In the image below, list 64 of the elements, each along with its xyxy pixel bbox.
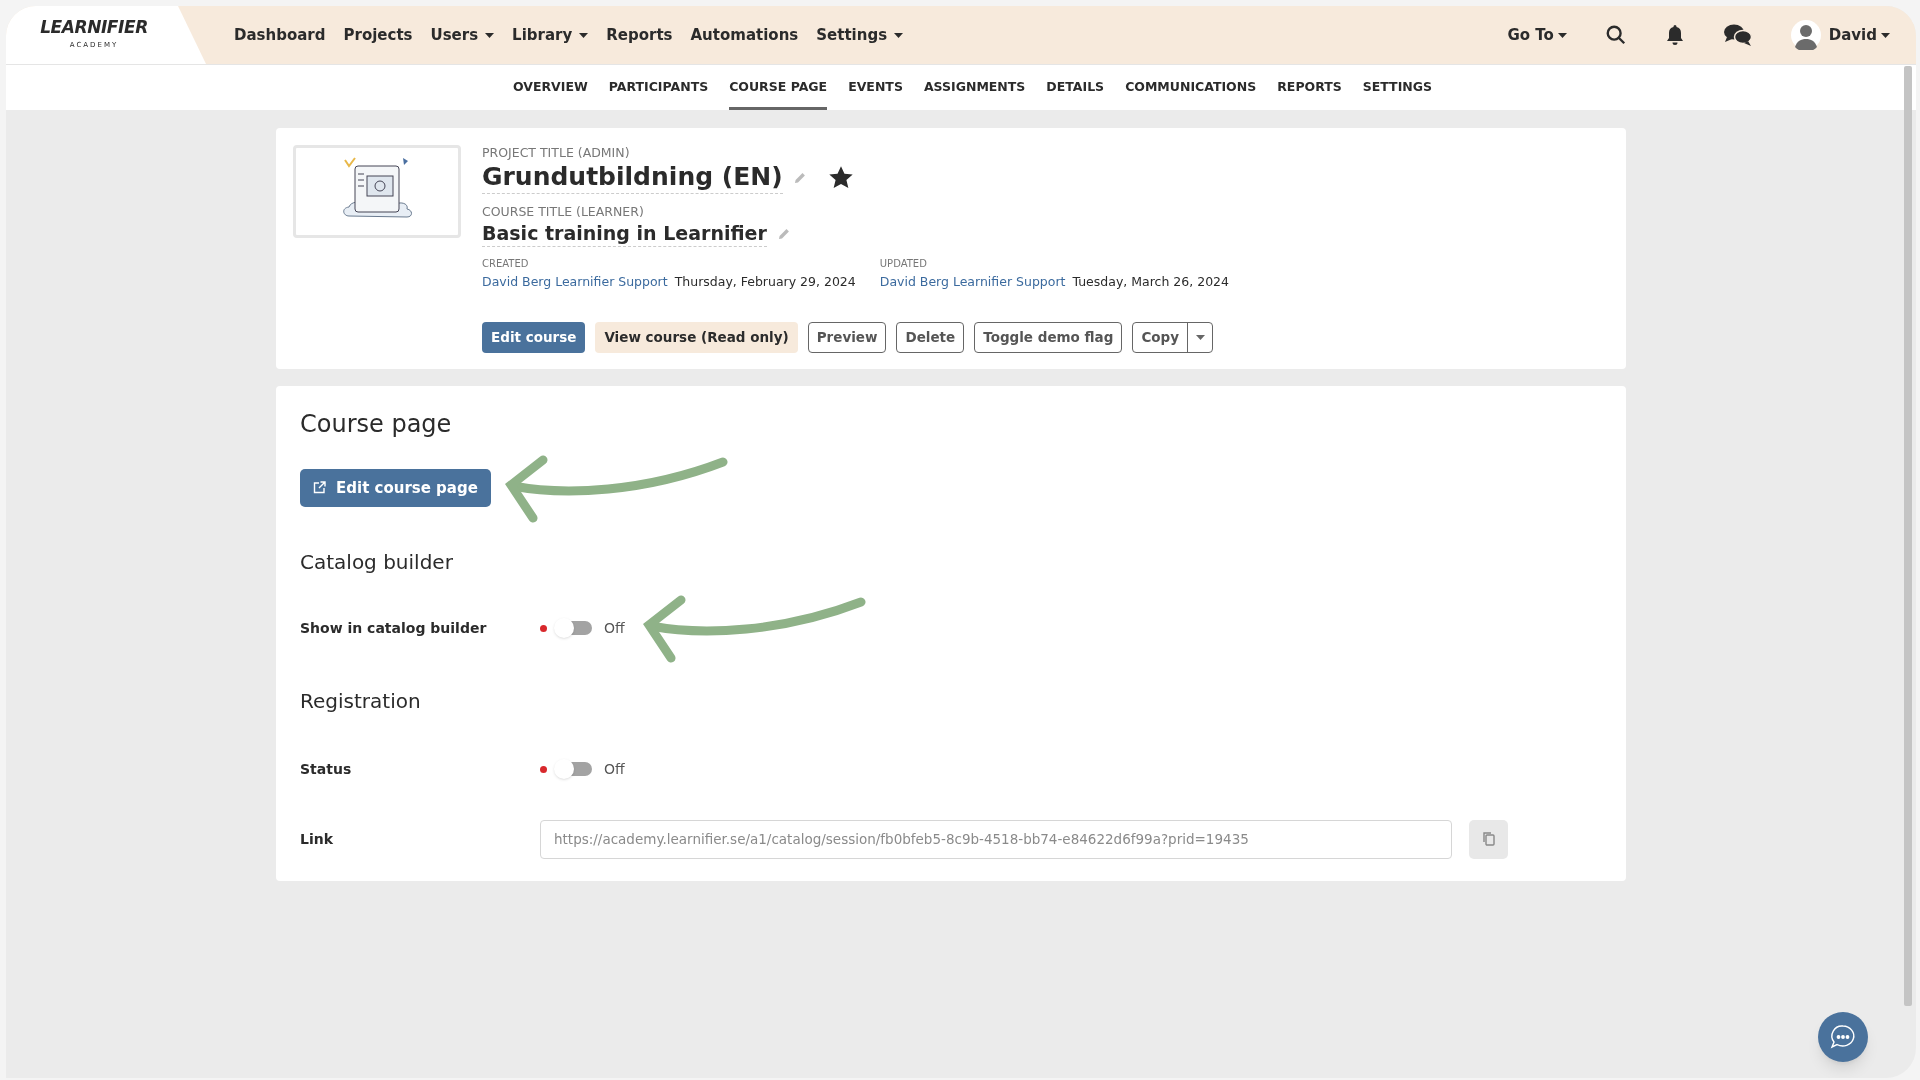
action-button[interactable]: Delete xyxy=(896,321,965,353)
star-icon[interactable] xyxy=(827,165,854,190)
toggle-switch[interactable] xyxy=(556,762,592,777)
user-menu[interactable]: David xyxy=(1828,23,1890,47)
nav-link[interactable]: Projects xyxy=(343,23,413,47)
tab[interactable]: OVERVIEW xyxy=(512,65,588,110)
field-label: COURSE TITLE (LEARNER) xyxy=(482,204,645,220)
course-title[interactable]: Basic training in Learnifier xyxy=(482,220,767,247)
section-heading: Registration xyxy=(300,687,422,715)
nav-link[interactable]: Reports xyxy=(606,23,673,47)
caret-icon xyxy=(1195,334,1205,340)
logo-text: LEARNIFIER xyxy=(40,19,148,37)
avatar-icon[interactable] xyxy=(1790,20,1821,50)
copy-button[interactable]: Copy xyxy=(1133,322,1189,352)
caret-icon xyxy=(579,32,589,38)
go-to-menu[interactable]: Go To xyxy=(1507,23,1567,47)
link-field[interactable]: https://academy.learnifier.se/a1/catalog/session/fb0bfeb5-8c9b-4518-bb74-e84622d6f99a?prid=19435 xyxy=(540,819,1452,859)
meta-label: CREATED xyxy=(482,257,530,271)
author-link[interactable]: David Berg Learnifier Support xyxy=(482,273,668,292)
chat-bubbles-icon[interactable] xyxy=(1722,23,1753,47)
project-title[interactable]: Grundutbildning (EN) xyxy=(482,161,783,194)
tab[interactable]: DETAILS xyxy=(1046,65,1105,110)
setting-label: Show in catalog builder xyxy=(300,618,488,638)
caret-icon xyxy=(1557,32,1567,38)
scrollbar-thumb[interactable] xyxy=(1904,66,1912,1006)
nav-link[interactable]: Users xyxy=(430,23,495,47)
field-label: PROJECT TITLE (ADMIN) xyxy=(482,145,631,161)
tab[interactable]: REPORTS xyxy=(1277,65,1342,110)
nav-link[interactable]: Automations xyxy=(690,23,799,47)
bell-icon[interactable] xyxy=(1664,24,1685,46)
tab[interactable]: EVENTS xyxy=(848,65,903,110)
action-button[interactable]: Edit course xyxy=(482,321,586,353)
chat-icon xyxy=(1829,1023,1857,1051)
tab[interactable]: ASSIGNMENTS xyxy=(923,65,1026,110)
toggle-state-text: Off xyxy=(604,759,625,779)
nav-link[interactable]: Settings xyxy=(816,23,904,47)
field-label: Link xyxy=(300,829,334,849)
date-text: Tuesday, March 26, 2024 xyxy=(1072,273,1229,291)
tab[interactable]: SETTINGS xyxy=(1362,65,1433,110)
author-link[interactable]: David Berg Learnifier Support xyxy=(879,273,1066,292)
caret-icon xyxy=(1881,32,1890,38)
caret-icon xyxy=(894,32,904,38)
search-icon[interactable] xyxy=(1604,24,1627,46)
tab[interactable]: COMMUNICATIONS xyxy=(1125,65,1257,110)
caret-icon xyxy=(485,32,495,38)
chat-button[interactable] xyxy=(1818,1012,1868,1062)
toggle-state-text: Off xyxy=(604,618,625,638)
copy-icon xyxy=(1481,831,1496,848)
edit-course-page-button[interactable]: Edit course page xyxy=(300,468,491,507)
action-button[interactable]: Preview xyxy=(807,321,887,353)
nav-link[interactable]: Library xyxy=(512,23,589,47)
section-heading: Course page xyxy=(300,408,453,440)
setting-label: Status xyxy=(300,759,353,779)
action-button[interactable]: View course (Read only) xyxy=(595,321,798,353)
date-text: Thursday, February 29, 2024 xyxy=(674,273,856,291)
meta-label: UPDATED xyxy=(879,257,928,271)
section-heading: Catalog builder xyxy=(300,548,454,576)
tab[interactable]: PARTICIPANTS xyxy=(608,65,709,110)
tab[interactable]: COURSE PAGE xyxy=(729,65,828,110)
toggle-switch[interactable] xyxy=(556,621,592,636)
nav-link[interactable]: Dashboard xyxy=(234,23,326,47)
action-button[interactable]: Toggle demo flag xyxy=(974,321,1123,353)
external-link-icon xyxy=(313,481,326,495)
copy-button[interactable] xyxy=(1469,819,1508,859)
